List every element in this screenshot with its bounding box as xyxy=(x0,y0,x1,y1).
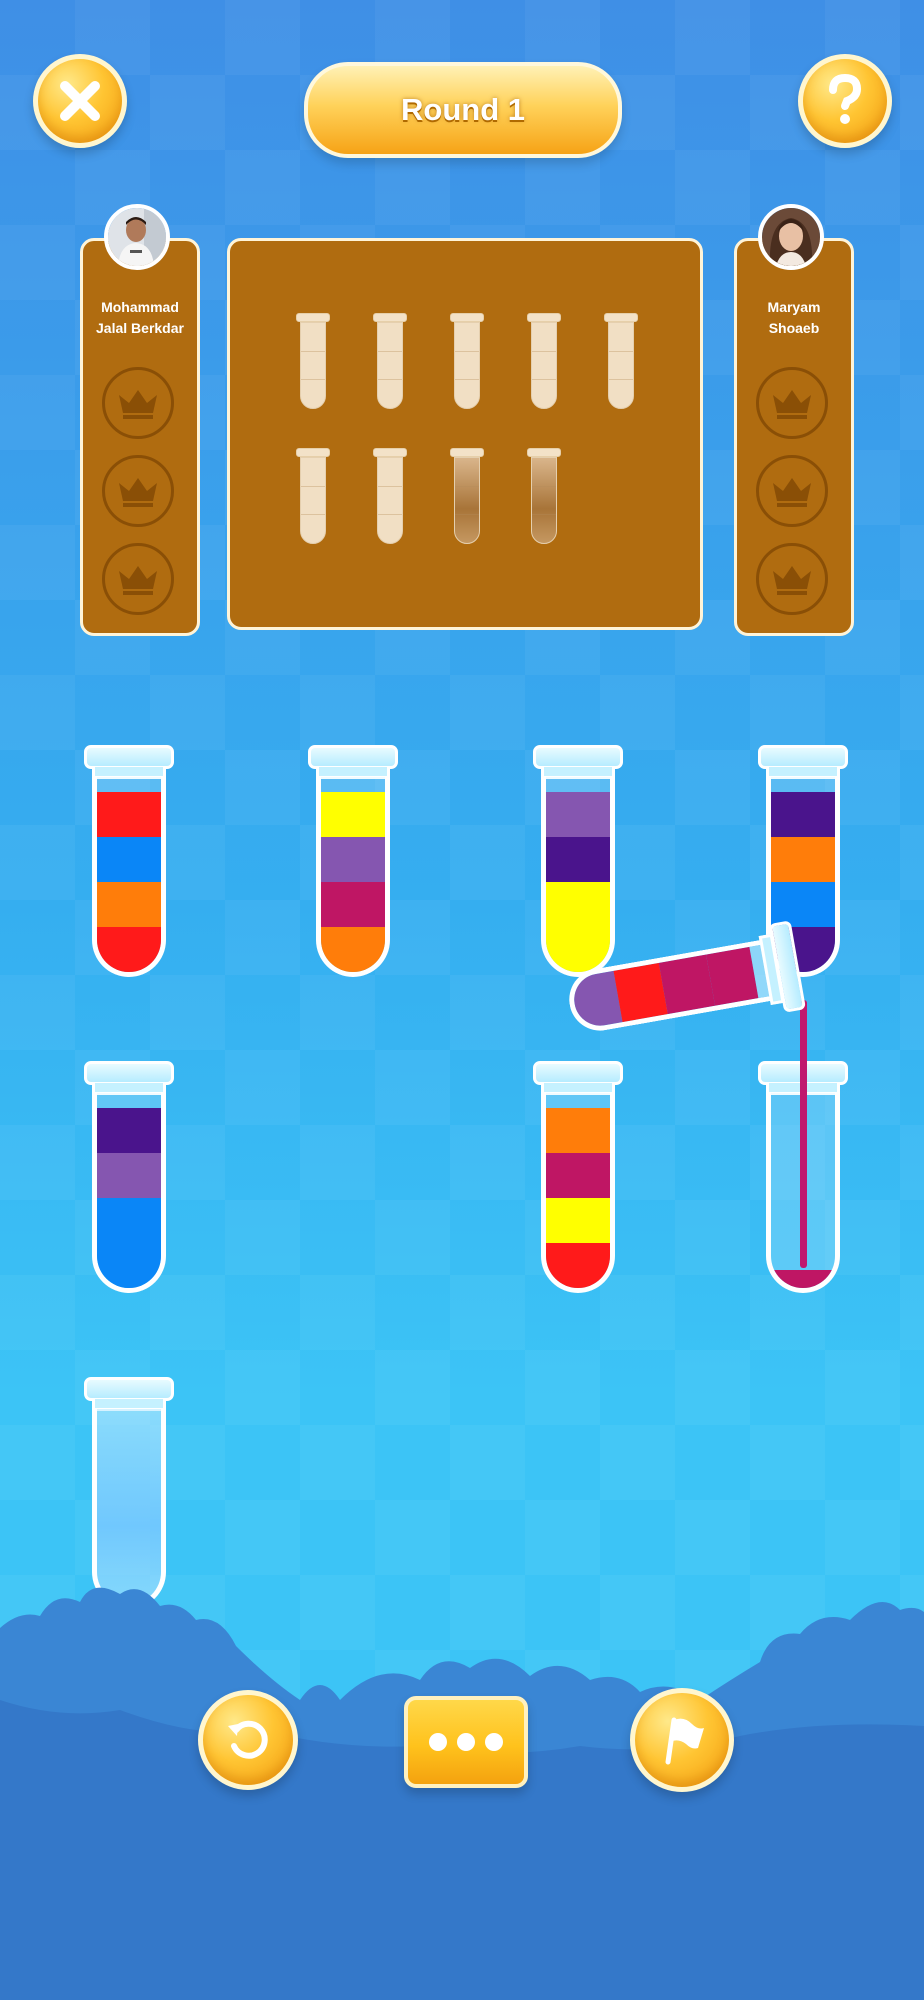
receiving-layer xyxy=(771,1270,835,1288)
liquid-layer-yellow xyxy=(321,792,385,837)
more-dots-icon xyxy=(429,1733,447,1751)
liquid-layer-red xyxy=(546,1243,610,1288)
liquid-layer-blue xyxy=(97,1198,161,1243)
player-name: Mohammad Jalal Berkdar xyxy=(83,297,197,339)
liquid-layer-purple xyxy=(97,1153,161,1198)
liquid-layer-yellow xyxy=(546,882,610,927)
liquid-layer-purple xyxy=(321,837,385,882)
crown-slot xyxy=(102,543,174,615)
undo-icon xyxy=(228,1720,268,1759)
crown-icon xyxy=(119,390,157,419)
liquid-layer-red xyxy=(97,792,161,837)
crown-slot xyxy=(756,455,828,527)
close-button[interactable] xyxy=(33,54,127,148)
liquid-layer-orange xyxy=(546,1108,610,1153)
crown-slot xyxy=(756,543,828,615)
tube-1[interactable] xyxy=(84,745,174,977)
mini-tube-dirty xyxy=(527,448,561,546)
avatar-right xyxy=(758,204,824,270)
mini-tube-dirty xyxy=(450,448,484,546)
liquid-layer-blue xyxy=(97,837,161,882)
question-mark-icon xyxy=(829,74,862,124)
avatar-left xyxy=(104,204,170,270)
pour-stream xyxy=(800,1000,807,1268)
tube-liquid xyxy=(541,1093,615,1293)
crown-slot xyxy=(102,367,174,439)
mini-tube xyxy=(373,313,407,411)
undo-button[interactable] xyxy=(198,1690,298,1790)
liquid-layer-orange xyxy=(771,837,835,882)
mini-tube xyxy=(296,313,330,411)
player-last-name: Jalal Berkdar xyxy=(96,320,184,336)
tube-5[interactable] xyxy=(84,1061,174,1293)
crown-icon xyxy=(773,390,811,419)
mini-tube xyxy=(527,313,561,411)
crown-icon xyxy=(119,478,157,507)
liquid-layer-yellow xyxy=(546,1198,610,1243)
player-panel-left: Mohammad Jalal Berkdar xyxy=(80,238,200,636)
player-name: Maryam Shoaeb xyxy=(737,297,851,339)
more-options-button[interactable] xyxy=(404,1696,528,1788)
crown-icon xyxy=(773,478,811,507)
pouring-liquid xyxy=(564,939,773,1036)
surrender-flag-icon xyxy=(665,1717,704,1765)
liquid-layer-orange xyxy=(97,882,161,927)
liquid-layer-magenta xyxy=(321,882,385,927)
crown-icon xyxy=(119,566,157,595)
mini-tube xyxy=(296,448,330,546)
tube-6[interactable] xyxy=(533,1061,623,1293)
liquid-layer-dark_purple xyxy=(97,1108,161,1153)
mini-tube xyxy=(373,448,407,546)
tube-2[interactable] xyxy=(308,745,398,977)
player-last-name: Shoaeb xyxy=(768,320,820,336)
liquid-layer-red xyxy=(97,927,161,972)
mini-tube xyxy=(450,313,484,411)
surrender-button[interactable] xyxy=(630,1688,734,1792)
crown-slot xyxy=(756,367,828,439)
more-dots-icon xyxy=(485,1733,503,1751)
tube-liquid xyxy=(92,1093,166,1293)
mini-tube xyxy=(604,313,638,411)
liquid-layer-blue xyxy=(97,1243,161,1288)
tube-liquid xyxy=(92,777,166,977)
liquid-layer-dark_purple xyxy=(771,792,835,837)
liquid-layer-dark_purple xyxy=(546,837,610,882)
round-indicator: Round 1 xyxy=(304,62,622,158)
player-first-name: Maryam xyxy=(767,299,821,315)
liquid-layer-orange xyxy=(321,927,385,972)
tube-liquid xyxy=(316,777,390,977)
liquid-layer-blue xyxy=(771,882,835,927)
crown-icon xyxy=(773,566,811,595)
round-label: Round 1 xyxy=(401,92,525,127)
player-panel-right: Maryam Shoaeb xyxy=(734,238,854,636)
player-first-name: Mohammad xyxy=(101,299,179,315)
liquid-layer-purple xyxy=(546,792,610,837)
opponent-board xyxy=(227,238,703,630)
crown-slot xyxy=(102,455,174,527)
help-button[interactable] xyxy=(798,54,892,148)
more-dots-icon xyxy=(457,1733,475,1751)
tube-3[interactable] xyxy=(533,745,623,977)
tube-liquid xyxy=(541,777,615,977)
liquid-layer-magenta xyxy=(546,1153,610,1198)
close-icon xyxy=(60,81,100,121)
